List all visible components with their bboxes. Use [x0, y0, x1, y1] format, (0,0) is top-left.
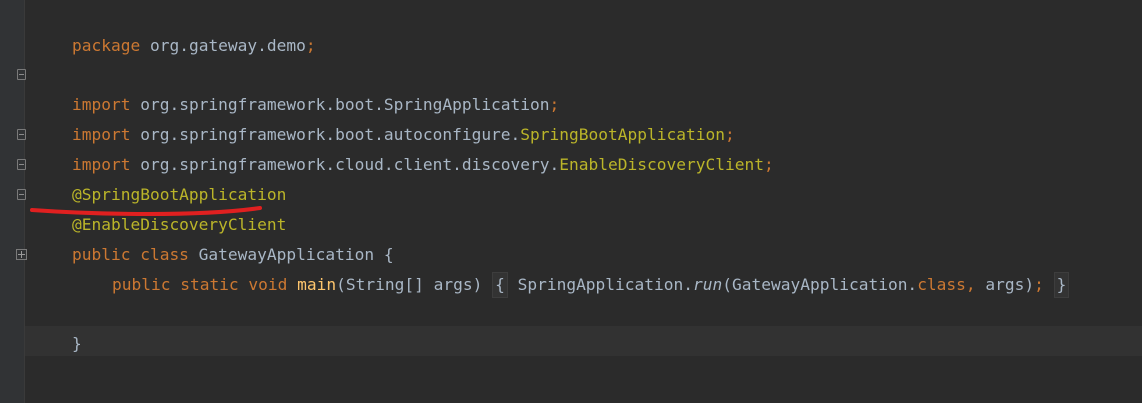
code-line-closing-brace[interactable]: }	[33, 299, 82, 353]
semicolon: ;	[305, 36, 316, 55]
fold-expand-icon[interactable]	[16, 249, 27, 260]
code-line-import-springbootapplication[interactable]: import org.springframework.boot.autoconf…	[33, 90, 735, 144]
code-line-main-method[interactable]: public static void main(String[] args) {…	[73, 240, 1070, 298]
code-line-class-declaration[interactable]: public class GatewayApplication {	[33, 210, 394, 264]
comma: ,	[965, 275, 976, 294]
import-annotation-class: EnableDiscoveryClient	[559, 155, 764, 174]
current-line-highlight	[25, 326, 1142, 356]
code-line-import-springapplication[interactable]: import org.springframework.boot.SpringAp…	[33, 60, 559, 114]
fold-collapse-icon[interactable]	[17, 69, 26, 80]
closing-brace: }	[71, 334, 82, 353]
code-line-package[interactable]: package org.gateway.demo;	[33, 1, 316, 55]
keyword-package: package	[71, 36, 141, 55]
package-name: org.gateway.demo	[140, 36, 306, 55]
keyword-public-static-void: public static void	[111, 275, 288, 294]
code-line-import-enablediscoveryclient[interactable]: import org.springframework.cloud.client.…	[33, 120, 774, 174]
fold-collapse-icon[interactable]	[17, 159, 26, 170]
code-editor[interactable]: package org.gateway.demo; import org.spr…	[0, 0, 1142, 403]
call-target: SpringApplication.	[507, 275, 694, 294]
folded-brace-open[interactable]: {	[492, 272, 508, 298]
call-arguments-tail: args)	[975, 275, 1035, 294]
method-name-main: main	[297, 275, 337, 294]
code-line-annotation-springbootapplication[interactable]: @SpringBootApplication	[33, 150, 286, 204]
keyword-class: class	[917, 275, 966, 294]
folded-brace-close[interactable]: }	[1053, 272, 1070, 298]
editor-gutter	[0, 0, 24, 403]
call-arguments: (GatewayApplication.	[722, 275, 918, 294]
method-call-run: run	[693, 275, 723, 294]
method-params: (String[] args)	[336, 275, 483, 294]
fold-collapse-icon[interactable]	[17, 129, 26, 140]
semicolon: ;	[1034, 275, 1044, 294]
semicolon: ;	[763, 155, 774, 174]
fold-collapse-icon[interactable]	[17, 189, 26, 200]
